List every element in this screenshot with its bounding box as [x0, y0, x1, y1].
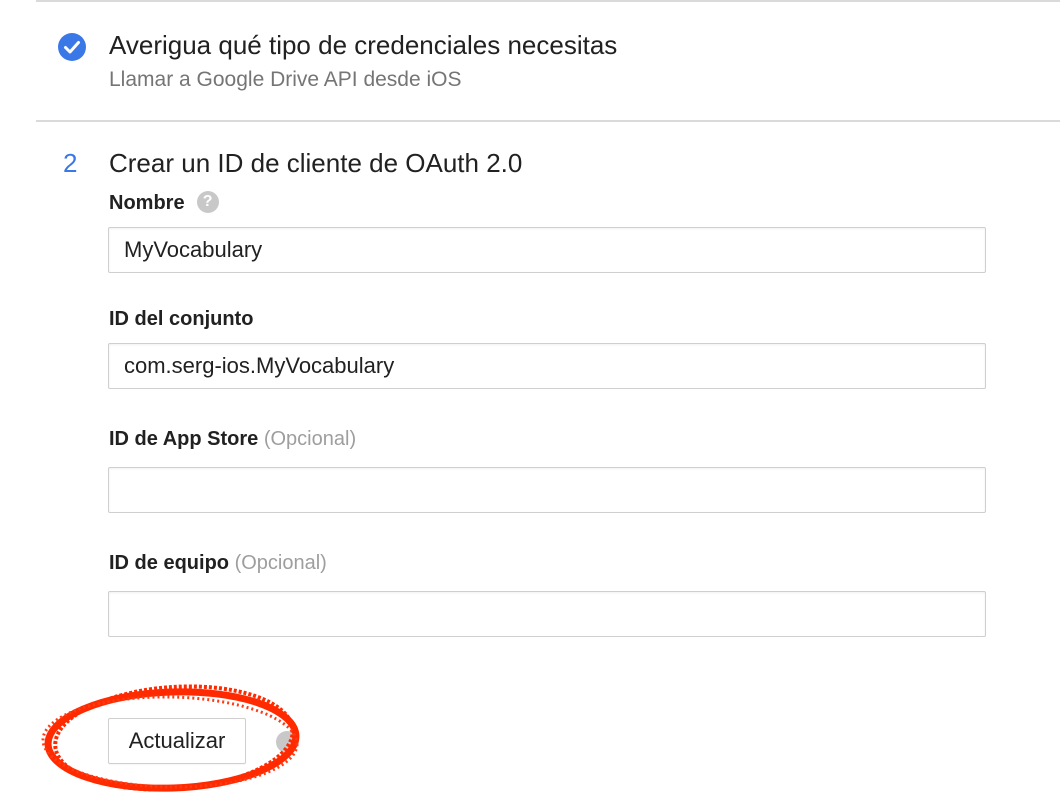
- section-divider: [36, 120, 1060, 122]
- name-input[interactable]: [108, 227, 986, 273]
- team-optional-text: (Opcional): [234, 552, 327, 574]
- team-id-label: ID de equipo (Opcional): [109, 549, 327, 577]
- team-id-label-text: ID de equipo: [109, 552, 229, 574]
- appstore-optional-text: (Opcional): [263, 428, 357, 450]
- step1-title[interactable]: Averigua qué tipo de credenciales necesi…: [109, 28, 617, 62]
- check-circle-icon: [58, 33, 86, 61]
- update-button[interactable]: Actualizar: [108, 718, 246, 764]
- help-icon[interactable]: [276, 731, 298, 753]
- name-label: Nombre?: [109, 189, 219, 217]
- appstore-id-label-text: ID de App Store: [109, 428, 259, 450]
- step1-subtitle: Llamar a Google Drive API desde iOS: [109, 68, 462, 91]
- appstore-id-label: ID de App Store (Opcional): [109, 425, 356, 453]
- appstore-id-input[interactable]: [108, 467, 986, 513]
- team-id-input[interactable]: [108, 591, 986, 637]
- help-icon[interactable]: ?: [196, 190, 219, 213]
- credentials-wizard: Averigua qué tipo de credenciales necesi…: [0, 0, 1060, 796]
- name-label-text: Nombre: [109, 192, 185, 214]
- step2-title: Crear un ID de cliente de OAuth 2.0: [109, 148, 523, 178]
- step2-number: 2: [63, 148, 78, 178]
- bundle-id-input[interactable]: [108, 343, 986, 389]
- bundle-id-label: ID del conjunto: [109, 308, 254, 330]
- top-divider: [36, 0, 1060, 2]
